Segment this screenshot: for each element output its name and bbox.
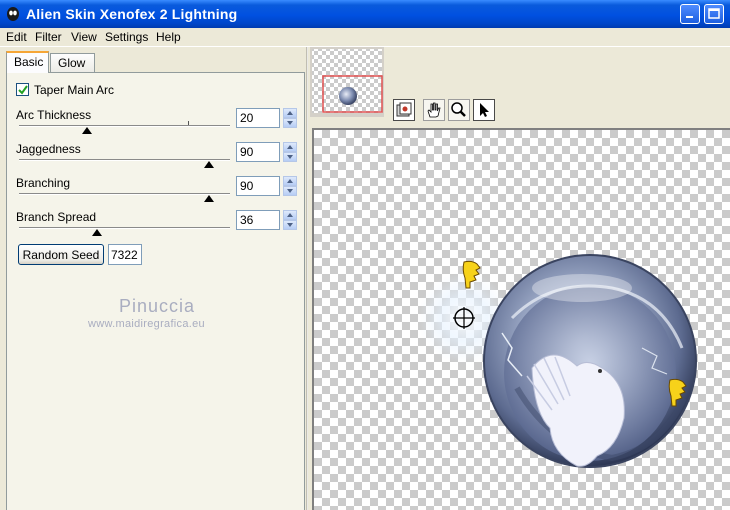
tab-glow[interactable]: Glow (50, 53, 95, 72)
spin-up-icon[interactable] (283, 142, 297, 152)
menu-help[interactable]: Help (156, 30, 181, 44)
branching-value[interactable]: 90 (236, 176, 280, 196)
pointer-tool-button[interactable] (473, 99, 495, 121)
watermark-name: Pinuccia (119, 296, 196, 316)
checkmark-icon (18, 85, 28, 95)
arrow-pointer-icon (480, 103, 489, 117)
spin-down-icon[interactable] (283, 152, 297, 162)
taper-main-arc-checkbox[interactable] (16, 83, 29, 96)
branching-track[interactable] (19, 193, 230, 195)
branch-spread-track[interactable] (19, 227, 230, 229)
branch-spread-label: Branch Spread (16, 210, 97, 224)
minimize-button[interactable] (680, 4, 700, 24)
spin-up-icon[interactable] (283, 108, 297, 118)
maximize-button[interactable] (704, 4, 724, 24)
watermark-site: www.maidiregrafica.eu (88, 318, 205, 330)
menu-settings[interactable]: Settings (105, 30, 148, 44)
preview-toggle-icon (396, 102, 412, 117)
alien-skin-app-icon (7, 7, 19, 21)
menu-bar: Edit Filter View Settings Help (0, 28, 730, 46)
branching-label: Branching (16, 176, 71, 190)
maximize-icon (708, 8, 720, 19)
panel-divider (306, 47, 308, 510)
navigator-thumbnail[interactable] (310, 47, 384, 117)
spin-down-icon[interactable] (283, 118, 297, 128)
zoom-icon (451, 102, 466, 117)
arc-thickness-label: Arc Thickness (16, 108, 92, 122)
title-bar: Alien Skin Xenofex 2 Lightning (0, 0, 730, 28)
slider-tick (188, 121, 189, 125)
jaggedness-value[interactable]: 90 (236, 142, 280, 162)
arc-thickness-track[interactable] (19, 125, 230, 127)
taper-main-arc-label: Taper Main Arc (34, 83, 115, 97)
preview-artwork (418, 254, 697, 468)
spin-down-icon[interactable] (283, 220, 297, 230)
arc-thickness-spinner[interactable] (283, 108, 297, 128)
zoom-tool-button[interactable] (448, 99, 470, 121)
jaggedness-label: Jaggedness (16, 142, 81, 156)
menu-edit[interactable]: Edit (6, 30, 27, 44)
branch-spread-value[interactable]: 36 (236, 210, 280, 230)
jaggedness-track[interactable] (19, 159, 230, 161)
branching-thumb[interactable] (204, 195, 214, 202)
hand-tool-button[interactable] (423, 99, 445, 121)
window-title: Alien Skin Xenofex 2 Lightning (26, 6, 238, 22)
random-seed-field[interactable]: 7322 (108, 244, 142, 265)
preview-toggle-button[interactable] (393, 99, 415, 121)
branching-spinner[interactable] (283, 176, 297, 196)
spin-up-icon[interactable] (283, 210, 297, 220)
arc-thickness-value[interactable]: 20 (236, 108, 280, 128)
tab-basic[interactable]: Basic (6, 51, 49, 73)
jaggedness-thumb[interactable] (204, 161, 214, 168)
menu-filter[interactable]: Filter (35, 30, 62, 44)
branch-spread-thumb[interactable] (92, 229, 102, 236)
spin-up-icon[interactable] (283, 176, 297, 186)
hand-icon (427, 102, 441, 118)
settings-panel (6, 72, 305, 510)
arc-thickness-thumb[interactable] (82, 127, 92, 134)
branch-spread-spinner[interactable] (283, 210, 297, 230)
minimize-icon (686, 16, 693, 18)
jaggedness-spinner[interactable] (283, 142, 297, 162)
spin-down-icon[interactable] (283, 186, 297, 196)
menu-view[interactable]: View (71, 30, 97, 44)
random-seed-button[interactable]: Random Seed (18, 244, 104, 265)
